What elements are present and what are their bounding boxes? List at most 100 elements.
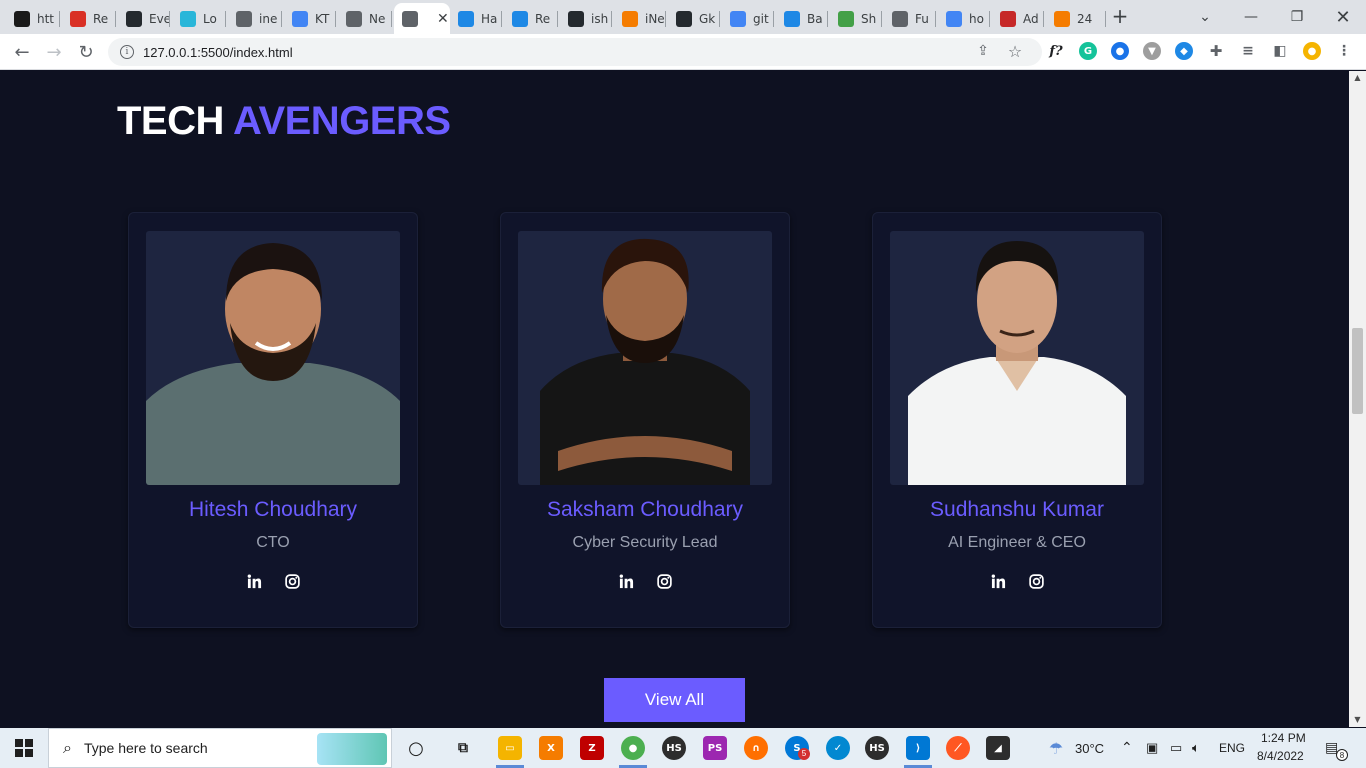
browser-tab[interactable]: Ad [992,3,1044,34]
bookmark-star-icon[interactable]: ☆ [1004,40,1026,62]
browser-tab[interactable]: ish [560,3,612,34]
url-text[interactable]: 127.0.0.1:5500/index.html [143,45,293,60]
browser-tab[interactable]: ine [228,3,282,34]
team-card: Hitesh Choudhary CTO [128,212,418,628]
linkedin-icon[interactable] [990,573,1006,589]
browser-tab[interactable]: Ne [338,3,392,34]
browser-tab[interactable]: Fu [884,3,936,34]
hs-icon [14,10,30,27]
forward-button[interactable]: → [42,40,66,64]
instagram-icon[interactable] [284,573,300,589]
tab-label: Re [535,11,551,26]
tab-label: Fu [915,11,929,26]
meet-icon[interactable]: ▣ [1146,740,1158,756]
browser-tab[interactable]: Re [62,3,116,34]
instagram-icon[interactable] [1028,573,1044,589]
file-explorer-icon[interactable]: ▭ [498,736,522,760]
grammarly-icon[interactable]: G [1079,42,1097,60]
team-member-role: AI Engineer & CEO [948,534,1086,551]
browser-tab[interactable]: iNe [614,3,666,34]
volume-icon[interactable]: 🔈︎ [1192,740,1200,756]
browser-tab[interactable]: Re [504,3,558,34]
menu-icon[interactable]: ⋮ [1335,42,1353,60]
browser-tab[interactable]: ho [938,3,990,34]
address-bar[interactable]: i 127.0.0.1:5500/index.html [108,38,1042,66]
font-extension-icon[interactable]: f? [1047,42,1065,60]
instagram-icon[interactable] [656,573,672,589]
taskbar-search[interactable]: ⌕ [48,728,392,768]
media-control-icon[interactable]: ≡ [1239,42,1257,60]
weather-icon[interactable]: ☂ [1044,736,1068,760]
linkedin-icon[interactable] [618,573,634,589]
browser-tab[interactable]: ✕ [394,3,450,34]
adblock-icon [1000,10,1016,27]
windows-logo-icon [15,739,33,757]
tab-label: ish [591,11,609,26]
minimize-button[interactable]: — [1228,0,1274,34]
browser-tab[interactable]: KT [284,3,336,34]
reload-button[interactable]: ↻ [74,40,98,64]
tab-label: ho [969,11,984,26]
docs-icon [292,10,308,27]
battery-icon[interactable]: ▭ [1170,740,1182,756]
postman-icon[interactable]: ⟋ [946,736,970,760]
close-window-button[interactable]: ✕ [1320,0,1366,34]
section-title: TECH AVENGERS [117,99,451,143]
browser-tab[interactable]: htt [6,3,60,34]
clock-date[interactable]: 8/4/2022 [1257,749,1304,763]
linkedin-icon[interactable] [246,573,262,589]
tab-label: Re [93,11,109,26]
scroll-down-arrow[interactable]: ▼ [1349,713,1366,727]
app-icon[interactable]: ✓ [826,736,850,760]
browser-tab[interactable]: 24 [1046,3,1106,34]
start-button[interactable] [0,728,48,768]
browser-tab[interactable]: Ha [450,3,502,34]
page-scrollbar[interactable]: ▲ ▼ [1349,71,1366,727]
task-view-icon[interactable]: ⧉ [451,736,475,760]
app-icon[interactable]: ◢ [986,736,1010,760]
close-tab-icon[interactable]: ✕ [437,11,449,27]
profile-avatar[interactable]: ● [1303,42,1321,60]
notification-badge: 5 [798,748,810,760]
browser-tab[interactable]: Sh [830,3,882,34]
chevron-up-icon[interactable]: ⌃ [1121,739,1133,756]
tab-label: Ad [1023,11,1039,26]
cortana-icon[interactable]: ○ [404,736,428,760]
side-panel-icon[interactable]: ◧ [1271,42,1289,60]
back-button[interactable]: ← [10,40,34,64]
c-icon [180,10,196,27]
tab-label: Lo [203,11,217,26]
chrome-icon[interactable]: ● [621,736,645,760]
new-tab-button[interactable]: + [1108,5,1132,29]
hs-app-icon[interactable]: HS [662,736,686,760]
extension-icon[interactable]: ● [1111,42,1129,60]
browser-tab[interactable]: git [722,3,774,34]
extension-icon[interactable]: ◆ [1175,42,1193,60]
vscode-icon[interactable]: ⟩ [906,736,930,760]
view-all-button[interactable]: View All [604,678,745,722]
google-icon [730,10,746,27]
clock-time[interactable]: 1:24 PM [1261,731,1306,745]
tab-search-icon[interactable]: ⌄ [1182,0,1228,34]
search-input[interactable] [83,740,304,756]
vpn-extension-icon[interactable]: ▼ [1143,42,1161,60]
temperature[interactable]: 30°C [1075,741,1104,756]
browser-tab[interactable]: Ba [776,3,828,34]
browser-tab[interactable]: Gk [668,3,720,34]
scroll-thumb[interactable] [1352,328,1363,414]
share-icon[interactable]: ⇪ [972,40,994,62]
maximize-button[interactable]: ❐ [1274,0,1320,34]
hs-app-icon[interactable]: HS [865,736,889,760]
app-icon[interactable]: ∩ [744,736,768,760]
browser-tab[interactable]: Lo [172,3,226,34]
site-info-icon[interactable]: i [120,45,134,59]
browser-tab-strip: htt Re Eve Lo ine KT Ne ✕ Ha Re ish iNe Gk git Ba Sh Fu h… [0,0,1366,34]
language-indicator[interactable]: ENG [1219,741,1245,755]
phpstorm-icon[interactable]: PS [703,736,727,760]
extensions-puzzle-icon[interactable]: ✚ [1207,42,1225,60]
scroll-up-arrow[interactable]: ▲ [1349,71,1366,85]
browser-tab[interactable]: Eve [118,3,170,34]
filezilla-icon[interactable]: Z [580,736,604,760]
tab-label: 24 [1077,11,1093,26]
xampp-icon[interactable]: X [539,736,563,760]
